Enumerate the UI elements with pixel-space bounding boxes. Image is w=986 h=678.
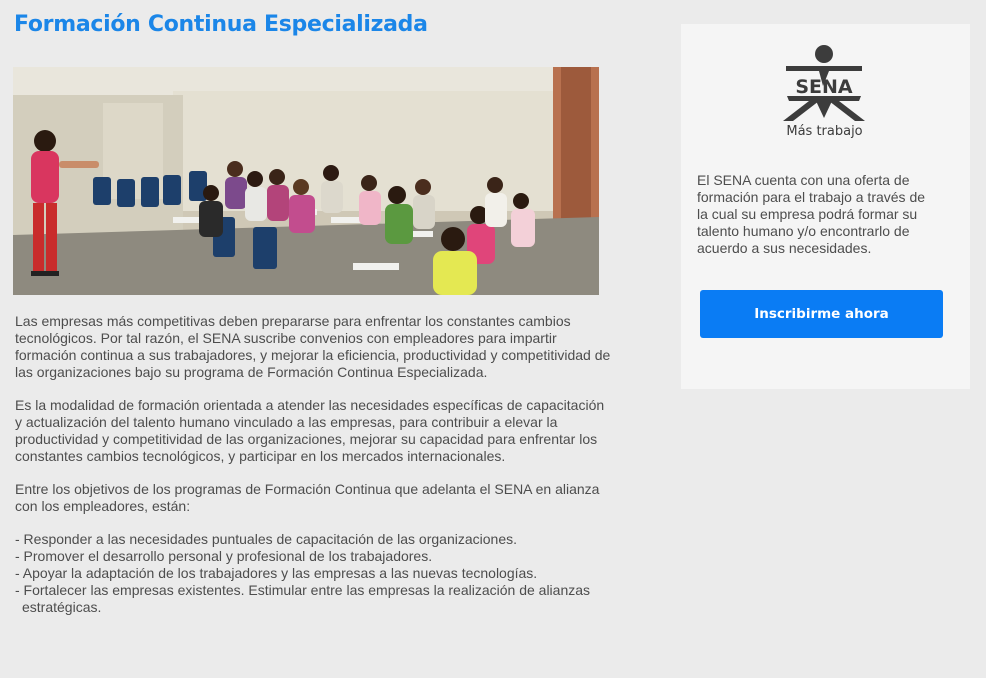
sidebar-card: SENA Más trabajo El SENA cuenta con una … [681,24,970,389]
objectives-list: - Responder a las necesidades puntuales … [15,531,615,616]
list-item: - Fortalecer las empresas existentes. Es… [15,582,591,615]
page-title: Formación Continua Especializada [14,12,428,37]
sidebar-description: El SENA cuenta con una oferta de formaci… [697,172,926,256]
list-item: - Promover el desarrollo personal y prof… [15,548,433,564]
list-item: - Apoyar la adaptación de los trabajador… [15,565,538,581]
list-item: - Responder a las necesidades puntuales … [15,531,517,547]
intro-paragraph: Las empresas más competitivas deben prep… [15,313,611,380]
objectives-intro: Entre los objetivos de los programas de … [15,481,600,514]
classroom-photo [13,67,599,295]
main-content: Las empresas más competitivas deben prep… [15,313,615,616]
logo-tagline: Más trabajo [786,124,863,139]
modality-paragraph: Es la modalidad de formación orientada a… [15,397,605,464]
register-button[interactable]: Inscribirme ahora [700,290,943,338]
